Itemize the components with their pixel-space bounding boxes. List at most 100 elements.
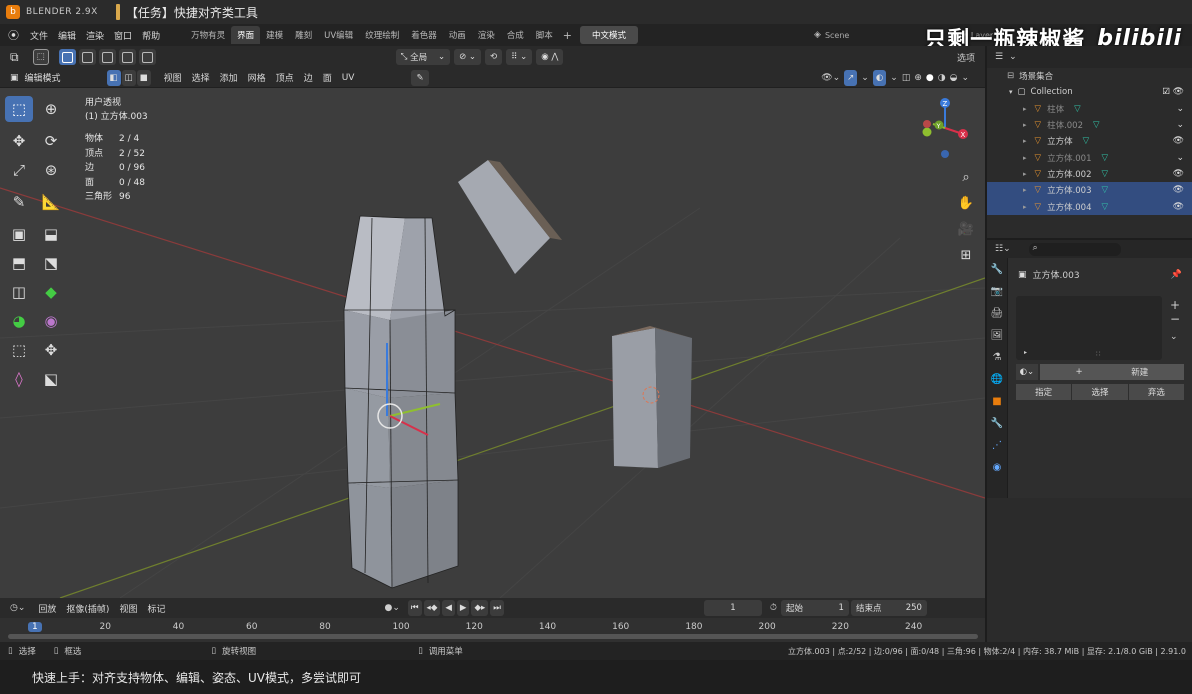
expand-arrow-icon[interactable]: ▸ [1023,137,1027,145]
group-menu-icon[interactable]: ⌄ [1170,332,1180,342]
expand-arrow-icon[interactable]: ▸ [1023,105,1027,113]
remove-group-icon[interactable]: − [1170,312,1180,326]
edge-slide-tool-icon[interactable]: ✥ [37,337,65,363]
editor-type-icon[interactable]: ⧉ [10,50,19,65]
material-shading-icon[interactable]: ◑ [938,73,946,83]
scene-icon[interactable]: ◈ [814,30,821,40]
modifier-tab-icon[interactable]: 🔧 [987,412,1007,434]
menu-item[interactable]: 帮助 [137,29,165,42]
visibility-icon[interactable]: 👁 [1173,185,1184,195]
menu-item[interactable]: 渲染 [81,29,109,42]
timeline-scrollbar[interactable] [8,634,978,639]
output-tab-icon[interactable]: 🖨 [987,302,1007,324]
outliner-item[interactable]: ▸ ▽ 柱体 ▽ ⌄ [987,101,1192,117]
assign-button[interactable]: 指定 [1016,384,1072,400]
play-icon[interactable]: ▶ [456,600,470,616]
particles-tab-icon[interactable]: ⋰ [987,434,1007,456]
list-resize-handle[interactable]: ∷ [1096,350,1100,358]
timeline-menu-item[interactable]: 回放 [33,602,61,615]
timeline-menu-item[interactable]: 标记 [142,602,170,615]
current-frame-field[interactable]: 1 [703,600,762,616]
play-reverse-icon[interactable]: ◀ [442,600,455,616]
prev-keyframe-icon[interactable]: ◂◆ [423,600,441,616]
scene-tab-icon[interactable]: ⚗ [987,346,1007,368]
workspace-tab[interactable]: 界面 [231,26,261,44]
timeline-menu-item[interactable]: 抠像(插帧) [61,602,114,615]
shear-tool-icon[interactable]: ◊ [5,366,33,392]
wireframe-shading-icon[interactable]: ⊕ [914,73,922,83]
overlay-dropdown-icon[interactable]: ⌄ [890,73,898,83]
column-object[interactable] [343,215,459,589]
gizmo-toggle-icon[interactable]: ↗ [844,69,858,86]
collection-checkbox-icon[interactable]: ☑ [1162,87,1170,97]
move-tool-icon[interactable]: ✥ [5,128,33,154]
expand-arrow-icon[interactable]: ▸ [1023,186,1027,194]
physics-tab-icon[interactable]: ◉ [987,456,1007,478]
floating-cube[interactable] [458,160,562,274]
scale-tool-icon[interactable]: ⤢ [5,157,33,183]
workspace-tab[interactable]: 万物有灵 [185,26,231,44]
outliner-filter-icon[interactable]: ⌄ [1009,52,1017,62]
visibility-icon[interactable]: ⌄ [1176,153,1184,163]
rotate-tool-icon[interactable]: ⟳ [37,128,65,154]
navigation-gizmo[interactable]: Z X Y [915,96,975,166]
menu-item[interactable]: 文件 [25,29,53,42]
expand-arrow-icon[interactable]: ▸ [1023,203,1027,211]
loopcut-tool-icon[interactable]: ◫ [5,279,33,305]
add-group-icon[interactable]: + [1170,298,1180,312]
annotate-tool-icon[interactable]: ✎ [5,189,33,215]
timeline-ruler[interactable]: 1 20 40 60 80 100 120 140 160 180 200 220 240 [0,618,985,642]
solid-shading-icon[interactable]: ● [926,73,934,83]
cursor-tool-icon[interactable]: ⊕ [37,96,65,122]
menu-item[interactable]: 窗口 [109,29,137,42]
inset-tool-icon[interactable]: ⬒ [5,250,33,276]
add-cube-tool-icon[interactable]: ▣ [5,221,33,247]
extrude-tool-icon[interactable]: ⬓ [37,221,65,247]
viewport-menu-item[interactable]: 边 [299,71,318,84]
outliner-item[interactable]: ▸ ▽ 立方体.003 ▽ 👁 [987,182,1192,199]
3d-viewport[interactable]: 用户透视 (1) 立方体.003 物体 2 / 4 顶点 2 / 52 边 0 / 96 面… [0,88,985,598]
jump-start-icon[interactable]: ⏮ [407,600,422,616]
select-intersect-icon[interactable] [138,49,156,65]
chinese-mode-button[interactable]: 中文模式 [580,26,639,44]
workspace-tab[interactable]: 雕刻 [289,26,318,44]
properties-search-input[interactable]: ⌕ [1028,242,1121,256]
select-cursor-icon[interactable]: ⬚ [32,49,49,65]
properties-editor-icon[interactable]: ☷⌄ [995,244,1011,254]
select-invert-icon[interactable] [118,49,136,65]
material-slot-icon[interactable]: ◐⌄ [1016,364,1038,380]
workspace-tab[interactable]: UV编辑 [318,26,359,44]
expand-collection-icon[interactable]: ▾ [1009,88,1013,96]
outliner-item[interactable]: ▸ ▽ 立方体 ▽ 👁 [987,133,1192,149]
knife-tool-icon[interactable]: ◆ [37,279,65,305]
select-new-icon[interactable] [58,49,76,65]
pivot-dropdown[interactable]: ⊘ ⌄ [454,49,482,65]
expand-arrow-icon[interactable]: ▸ [1023,170,1027,178]
add-workspace-icon[interactable]: + [563,29,572,42]
bevel-tool-icon[interactable]: ⬔ [37,250,65,276]
visibility-icon[interactable]: ⌄ [1176,120,1184,130]
collection-row[interactable]: ▾ ▢ Collection ☑ 👁 [987,84,1192,100]
timeline-menu-item[interactable]: 视图 [114,602,142,615]
visibility-icon[interactable]: 👁 [1173,169,1184,179]
pin-icon[interactable]: 📌 [1171,270,1182,280]
viewport-menu-item[interactable]: 视图 [159,71,187,84]
keyframe-record-icon[interactable]: ●⌄ [384,603,399,613]
smooth-tool-icon[interactable]: ⬚ [5,337,33,363]
polybuild-tool-icon[interactable]: ◕ [5,308,33,334]
select-button[interactable]: 选择 [1072,384,1128,400]
list-expand-icon[interactable]: ▸ [1024,349,1027,356]
viewport-menu-item[interactable]: 顶点 [271,71,299,84]
options-dropdown[interactable]: 选项 [957,51,975,64]
viewport-menu-item[interactable]: 面 [318,71,337,84]
blender-menu-icon[interactable]: ⦿ [8,27,19,43]
vertex-mode-icon[interactable]: ◧ [106,69,121,86]
render-tab-icon[interactable]: 📷 [987,280,1007,302]
tool-tab-icon[interactable]: 🔧 [987,258,1007,280]
viewport-menu-item[interactable]: UV [337,73,360,83]
scene-selector[interactable]: Scene [825,31,849,40]
visibility-icon[interactable]: 👁 [1173,136,1184,146]
timeline-editor-icon[interactable]: ◷⌄ [10,603,25,613]
vertex-group-list[interactable]: ▸ ∷ [1016,296,1162,360]
workspace-tab[interactable]: 渲染 [472,26,501,44]
